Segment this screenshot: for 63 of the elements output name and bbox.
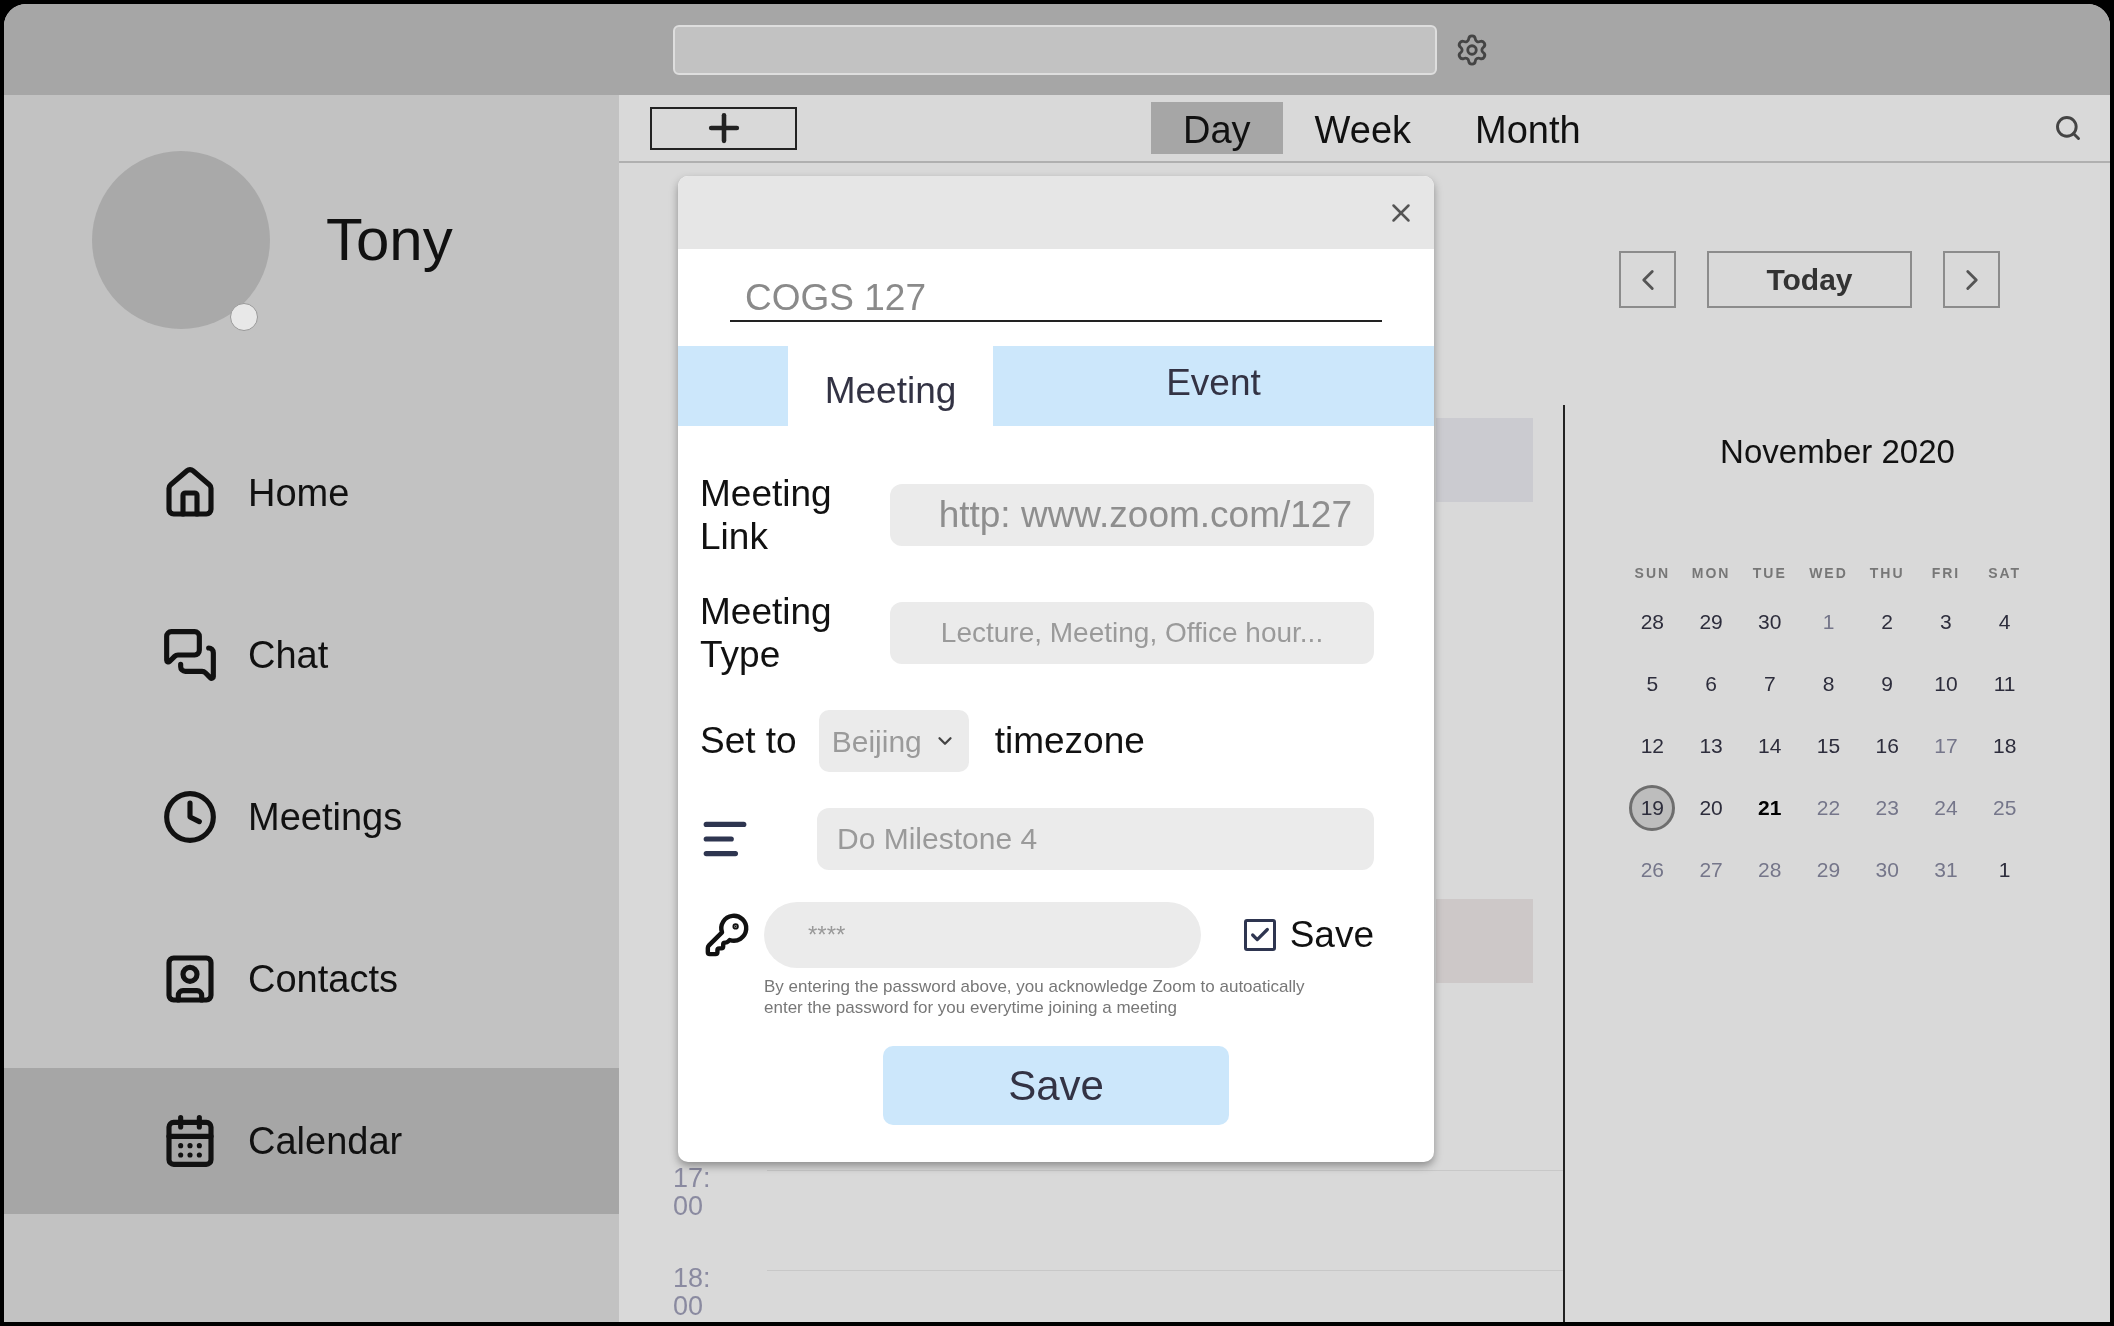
- view-tab[interactable]: Week: [1282, 102, 1444, 154]
- sidebar-item[interactable]: Calendar: [4, 1068, 619, 1214]
- key-icon: [704, 912, 750, 958]
- calendar-day[interactable]: 2: [1864, 598, 1911, 645]
- calendar-day[interactable]: 18: [1981, 722, 2028, 769]
- weekday-label: THU: [1868, 563, 1906, 583]
- save-button[interactable]: Save: [883, 1046, 1229, 1125]
- calendar-day[interactable]: 10: [1922, 660, 1969, 707]
- calendar-day[interactable]: 29: [1688, 598, 1735, 645]
- time-label: 18: 00: [673, 1264, 712, 1320]
- meeting-type-field[interactable]: Lecture, Meeting, Office hour...: [890, 602, 1374, 664]
- view-tab[interactable]: Day: [1151, 102, 1283, 154]
- calendar-day[interactable]: 11: [1981, 660, 2028, 707]
- calendar-day[interactable]: 4: [1981, 598, 2028, 645]
- password-note: By entering the password above, you acknowledge Zoom to autoatically enter the password for you everytime joining a meeting: [764, 976, 1306, 1018]
- sidebar-item[interactable]: Chat: [4, 582, 619, 728]
- weekday-label: WED: [1808, 563, 1849, 583]
- description-field[interactable]: Do Milestone 4: [817, 808, 1374, 870]
- next-button[interactable]: [1943, 251, 2000, 308]
- calendar-day[interactable]: 1: [1981, 846, 2028, 893]
- weekday-label: SAT: [1987, 563, 2023, 583]
- previous-button[interactable]: [1619, 251, 1676, 308]
- dialog-tab[interactable]: Meeting: [788, 346, 993, 426]
- calendar-day[interactable]: 5: [1629, 660, 1676, 707]
- timezone-prefix: Set to: [700, 719, 797, 764]
- checkbox-label: Save: [1289, 913, 1374, 958]
- weekday-label: SUN: [1633, 563, 1672, 583]
- calendar-day[interactable]: 28: [1629, 598, 1676, 645]
- settings-icon[interactable]: [1455, 32, 1489, 67]
- calendar-day[interactable]: 13: [1688, 722, 1735, 769]
- weekday-label: TUE: [1751, 563, 1788, 583]
- calendar-day[interactable]: 6: [1688, 660, 1735, 707]
- sidebar-item[interactable]: Home: [4, 420, 619, 566]
- weekday-label: MON: [1690, 563, 1732, 583]
- search-icon[interactable]: [2054, 114, 2082, 142]
- calendar-day[interactable]: 15: [1805, 722, 1852, 769]
- calendar-day[interactable]: 8: [1805, 660, 1852, 707]
- chat-icon: [162, 627, 218, 683]
- calendar-day[interactable]: 16: [1864, 722, 1911, 769]
- save-password-checkbox[interactable]: [1243, 919, 1276, 951]
- today-button[interactable]: Today: [1707, 251, 1912, 308]
- month-title: November 2020: [1720, 432, 1955, 472]
- calendar-day[interactable]: 7: [1746, 660, 1793, 707]
- timezone-suffix: timezone: [994, 719, 1145, 764]
- calendar-day[interactable]: 21: [1746, 784, 1793, 831]
- search-field[interactable]: [673, 24, 1437, 75]
- weekday-label: FRI: [1930, 563, 1962, 583]
- sidebar-item[interactable]: Meetings: [4, 744, 619, 890]
- add-button[interactable]: [650, 106, 797, 150]
- calendar-day[interactable]: 9: [1864, 660, 1911, 707]
- time-label: 17: 00: [673, 1164, 712, 1220]
- user-name: Tony: [326, 205, 453, 275]
- calendar-day[interactable]: 12: [1629, 722, 1676, 769]
- field-label: Meeting Type: [700, 590, 833, 676]
- field-label: Meeting Link: [700, 472, 833, 558]
- sidebar-item[interactable]: Contacts: [4, 906, 619, 1052]
- view-tab[interactable]: Month: [1443, 102, 1613, 154]
- calendar-day[interactable]: 19: [1629, 784, 1676, 831]
- clock-icon: [162, 789, 218, 845]
- calendar-day[interactable]: 14: [1746, 722, 1793, 769]
- calendar-day[interactable]: 30: [1746, 598, 1793, 645]
- calendar-day[interactable]: 3: [1922, 598, 1969, 645]
- calendar-day[interactable]: 20: [1688, 784, 1735, 831]
